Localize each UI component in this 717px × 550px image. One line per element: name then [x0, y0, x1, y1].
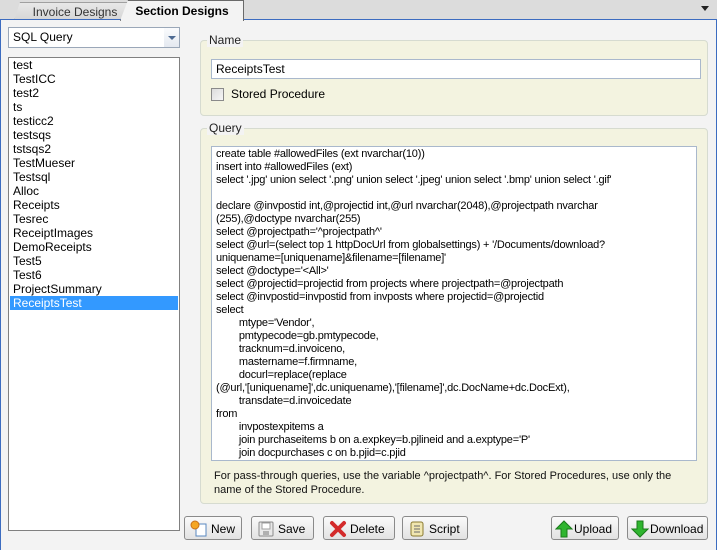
query-type-select[interactable]: SQL Query: [8, 27, 180, 48]
list-item[interactable]: ProjectSummary: [10, 282, 178, 296]
upload-button-label: Upload: [574, 522, 613, 536]
list-item[interactable]: DemoReceipts: [10, 240, 178, 254]
download-button[interactable]: Download: [627, 516, 708, 540]
arrow-down-icon: [631, 520, 649, 538]
name-input[interactable]: ReceiptsTest: [211, 59, 701, 79]
query-group-title: Query: [207, 121, 244, 135]
list-item[interactable]: Test5: [10, 254, 178, 268]
list-item[interactable]: ReceiptImages: [10, 226, 178, 240]
query-group: Query create table #allowedFiles (ext nv…: [200, 121, 708, 504]
script-button-label: Script: [429, 522, 460, 536]
list-item[interactable]: test: [10, 58, 178, 72]
save-button[interactable]: Save: [251, 516, 314, 540]
stored-procedure-checkbox[interactable]: [211, 88, 224, 101]
new-button-label: New: [211, 522, 236, 536]
designs-list[interactable]: test TestICC test2 ts testicc2 testsqs tstsqs2…: [8, 57, 180, 531]
list-item[interactable]: TestICC: [10, 72, 178, 86]
list-item[interactable]: Receipts: [10, 198, 178, 212]
list-item[interactable]: Alloc: [10, 184, 178, 198]
list-item[interactable]: Testsql: [10, 170, 178, 184]
stored-procedure-label[interactable]: Stored Procedure: [231, 87, 325, 101]
list-item[interactable]: test2: [10, 86, 178, 100]
query-type-value: SQL Query: [13, 30, 73, 44]
list-item[interactable]: ts: [10, 100, 178, 114]
list-item[interactable]: tstsqs2: [10, 142, 178, 156]
name-group: Name ReceiptsTest Stored Procedure: [200, 33, 708, 116]
delete-x-icon: [330, 521, 346, 537]
list-item[interactable]: ReceiptsTest: [10, 296, 178, 310]
delete-button-label: Delete: [350, 522, 385, 536]
chevron-down-icon[interactable]: [164, 28, 179, 47]
query-text[interactable]: create table #allowedFiles (ext nvarchar…: [212, 147, 696, 460]
section-designs-panel: SQL Query test TestICC test2 ts testicc2 test…: [0, 19, 717, 550]
list-item[interactable]: Tesrec: [10, 212, 178, 226]
arrow-up-icon: [555, 520, 573, 538]
tab-strip: Invoice Designs Section Designs: [0, 0, 717, 21]
new-document-icon: [190, 520, 207, 537]
delete-button[interactable]: Delete: [323, 516, 395, 540]
name-group-title: Name: [207, 33, 244, 47]
floppy-disk-icon: [258, 521, 274, 537]
download-button-label: Download: [650, 522, 704, 536]
list-item[interactable]: testicc2: [10, 114, 178, 128]
upload-button[interactable]: Upload: [551, 516, 619, 540]
list-item[interactable]: TestMueser: [10, 156, 178, 170]
list-item[interactable]: Test6: [10, 268, 178, 282]
script-scroll-icon: [410, 521, 424, 537]
list-item[interactable]: testsqs: [10, 128, 178, 142]
new-button[interactable]: New: [184, 516, 242, 540]
script-button[interactable]: Script: [402, 516, 468, 540]
tab-section-designs[interactable]: Section Designs: [120, 0, 244, 21]
query-textarea[interactable]: create table #allowedFiles (ext nvarchar…: [211, 146, 697, 461]
save-button-label: Save: [278, 522, 306, 536]
query-help-text: For pass-through queries, use the variab…: [214, 470, 672, 496]
tab-list-dropdown-icon[interactable]: [701, 6, 709, 11]
